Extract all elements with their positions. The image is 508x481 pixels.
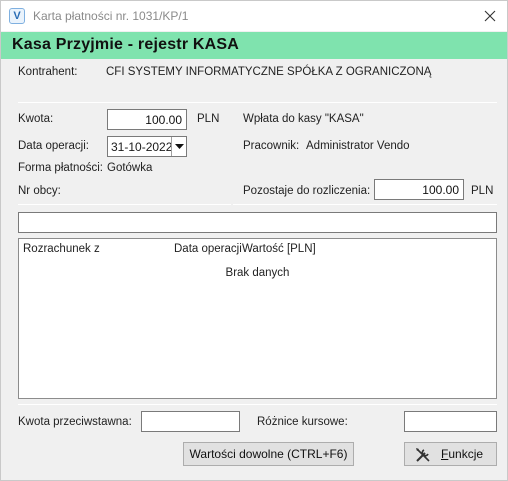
arbitrary-values-button-label: Wartości dowolne (CTRL+F6) xyxy=(189,447,348,461)
contractor-label: Kontrahent: xyxy=(18,66,78,78)
functions-button[interactable]: Funkcje xyxy=(404,442,497,466)
vendo-app-icon: V xyxy=(9,8,25,24)
payment-card-window: V Karta płatności nr. 1031/KP/1 Kasa Prz… xyxy=(0,0,508,481)
remaining-label: Pozostaje do rozliczenia: xyxy=(243,185,371,197)
column-header-value[interactable]: Wartość [PLN] xyxy=(242,243,316,255)
chevron-down-icon xyxy=(175,144,184,149)
functions-button-label-rest: unkcje xyxy=(448,447,484,461)
fx-diff-label: Różnice kursowe: xyxy=(257,416,348,428)
employee-label: Pracownik: xyxy=(243,140,300,152)
operation-date-picker[interactable]: 31-10-2022 xyxy=(107,136,187,157)
separator-top xyxy=(18,102,497,103)
settlements-table[interactable]: Rozrachunek z Data operacji Wartość [PLN… xyxy=(18,238,497,399)
functions-button-label: Funkcje xyxy=(441,447,483,461)
operation-date-value: 31-10-2022 xyxy=(111,140,173,154)
counter-amount-input[interactable] xyxy=(141,411,240,432)
operation-date-label: Data operacji: xyxy=(18,140,89,152)
arbitrary-values-button[interactable]: Wartości dowolne (CTRL+F6) xyxy=(183,442,354,466)
window-title: Karta płatności nr. 1031/KP/1 xyxy=(33,9,189,23)
employee-value: Administrator Vendo xyxy=(306,140,410,152)
fx-diff-input[interactable] xyxy=(404,411,497,432)
amount-currency: PLN xyxy=(197,113,220,125)
title-bar: V Karta płatności nr. 1031/KP/1 xyxy=(1,1,507,31)
banner-title: Kasa Przyjmie - rejestr KASA xyxy=(12,36,240,53)
remaining-input[interactable]: 100.00 xyxy=(374,179,464,200)
register-banner: Kasa Przyjmie - rejestr KASA xyxy=(1,32,507,59)
payment-form-label: Forma płatności: xyxy=(18,162,104,174)
counter-amount-label: Kwota przeciwstawna: xyxy=(18,416,132,428)
date-dropdown-button[interactable] xyxy=(171,137,186,156)
contractor-value: CFI SYSTEMY INFORMATYCZNE SPÓŁKA Z OGRAN… xyxy=(106,66,432,78)
foreign-number-label: Nr obcy: xyxy=(18,185,61,197)
amount-input[interactable]: 100.00 xyxy=(107,109,187,130)
amount-label: Kwota: xyxy=(18,113,54,125)
column-header-operation-date[interactable]: Data operacji xyxy=(174,243,242,255)
remaining-underline xyxy=(233,204,497,205)
foreign-number-underline xyxy=(18,204,231,205)
note-input[interactable] xyxy=(18,212,497,233)
separator-bottom xyxy=(18,404,497,405)
table-empty-message: Brak danych xyxy=(225,267,290,279)
remaining-currency: PLN xyxy=(471,185,494,197)
deposit-info: Wpłata do kasy "KASA" xyxy=(243,113,364,125)
close-icon xyxy=(484,10,496,22)
payment-form-value: Gotówka xyxy=(107,162,153,174)
tools-icon xyxy=(416,448,430,462)
close-button[interactable] xyxy=(473,1,507,31)
table-header: Rozrachunek z Data operacji Wartość [PLN… xyxy=(19,239,496,259)
column-header-settlement[interactable]: Rozrachunek z xyxy=(23,243,100,255)
